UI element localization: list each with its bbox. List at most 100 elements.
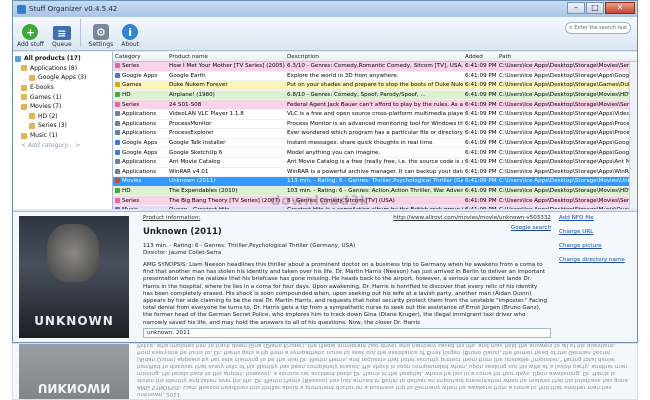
cell-path: C:\Users\Ice Apps\Desktop\Storage\Movies…: [497, 188, 637, 194]
product-tags-field[interactable]: unknown, 2011: [143, 328, 551, 338]
change-url-link[interactable]: Change URL: [559, 229, 637, 235]
cell-text: WinRAR v4.01: [169, 168, 209, 175]
change-picture-link[interactable]: Change picture: [559, 243, 637, 249]
product-detail: Product information: http://www.allrovi.…: [137, 212, 559, 342]
tree-item[interactable]: Games (1): [13, 92, 112, 102]
tree-item[interactable]: Music (1): [13, 131, 112, 141]
tree-item-label: Applications (8): [30, 64, 78, 72]
cell-description: Explore the world in 3D from anywhere.: [285, 73, 463, 79]
table-row[interactable]: Movies Unknown (2011) 113 min. - Rating: 6…: [113, 177, 637, 187]
cell-added: 6:41:09 PM: [463, 169, 497, 175]
table-row[interactable]: Games Duke Nukem Forever Put on your shade…: [113, 81, 637, 91]
cell-name: WinRAR v4.01: [167, 169, 285, 175]
column-product-name[interactable]: Product name: [167, 54, 285, 60]
table-row[interactable]: Applications WinRAR v4.01 WinRAR is a powe…: [113, 167, 637, 178]
cell-path: C:\Users\Ice Apps\Desktop\Storage\Movies…: [497, 92, 637, 98]
column-added[interactable]: Added: [463, 54, 497, 60]
tree-item[interactable]: Movies (7): [13, 102, 112, 112]
table-row[interactable]: Series 24 S01-S08 Federal Agent Jack Bauer…: [113, 100, 637, 110]
product-actions: Add NFO file Change URL Change picture C…: [559, 212, 637, 342]
cell-added: 6:41:09 PM: [463, 150, 497, 156]
category-icon: [115, 111, 120, 117]
cell-added: 6:41:09 PM: [463, 102, 497, 108]
table-row[interactable]: Google Apps Google Talk installer Instant …: [113, 138, 637, 149]
google-search-link[interactable]: Google search: [511, 225, 551, 231]
category-tree[interactable]: All products (17) Applications (8) Google …: [13, 52, 113, 209]
tree-item[interactable]: < Add category... >: [13, 140, 112, 150]
tree-item[interactable]: All products (17): [13, 54, 112, 64]
maximize-button[interactable]: □: [586, 2, 604, 14]
column-path[interactable]: Path: [497, 54, 637, 60]
table-header: Category Product name Description Added …: [113, 52, 637, 62]
cell-name: ProcessExplorer: [167, 130, 285, 136]
cell-text: Queen - Greatest Hits: [169, 207, 230, 209]
products-table[interactable]: Category Product name Description Added …: [113, 52, 637, 209]
cell-description: Instant messages: share quick thoughts i…: [285, 140, 463, 146]
tree-item-label: HD (2): [38, 112, 58, 120]
table-row[interactable]: HD The Expendables (2010) 103 min. - Ratin…: [113, 186, 637, 197]
change-directory-link[interactable]: Change directory name: [559, 257, 637, 263]
table-row[interactable]: Series How I Met Your Mother [TV Series] …: [113, 62, 637, 72]
table-row[interactable]: Google Apps Google SketchUp 6 Model anythi…: [113, 148, 637, 158]
queue-button[interactable]: ≡ Queue: [52, 26, 72, 48]
reflection-footline: unknown, 2011: [137, 391, 181, 397]
cell-text: C:\Users\Ice Apps\Desktop\Storage\Apps\G…: [499, 72, 637, 79]
window-title: Stuff Organizer v0.4.5.42: [29, 5, 118, 13]
tree-item[interactable]: HD (2): [13, 112, 112, 122]
reflection-poster: UNKNOWN: [19, 344, 129, 399]
cell-category: Google Apps: [113, 72, 167, 79]
category-icon: [115, 130, 120, 136]
table-row[interactable]: Applications ProcessMonitor Process Monito…: [113, 119, 637, 130]
cell-text: Google Apps: [122, 72, 158, 79]
cell-path: C:\Users\Ice Apps\Desktop\Storage\Music\…: [497, 207, 637, 209]
cell-text: 6:41:09 PM: [465, 82, 497, 89]
table-row[interactable]: MusicQueen - Greatest HitsGreatest Hits …: [113, 205, 637, 209]
cell-category: Google Apps: [113, 140, 167, 146]
product-url-link[interactable]: http://www.allrovi.com/movies/movie/unkn…: [393, 215, 551, 221]
category-icon: [115, 188, 120, 194]
add-nfo-link[interactable]: Add NFO file: [559, 215, 637, 221]
folder-icon: [21, 84, 27, 91]
cell-text: Put on your shades and prepare to stop t…: [287, 82, 463, 89]
add-stuff-button[interactable]: + Add stuff: [17, 24, 44, 48]
cell-text: Applications: [122, 111, 157, 118]
cell-text: 6:41:09 PM: [465, 63, 497, 70]
about-label: About: [121, 41, 140, 48]
about-button[interactable]: i About: [121, 24, 139, 48]
minimize-button[interactable]: –: [567, 2, 585, 14]
tree-item[interactable]: Applications (8): [13, 64, 112, 74]
search-input[interactable]: ⌕ Enter the search text: [565, 22, 631, 34]
category-icon: [115, 159, 120, 165]
cell-category: Applications: [113, 111, 167, 117]
table-row[interactable]: Applications Ant Movie Catalog Ant Movie C…: [113, 157, 637, 168]
movie-poster[interactable]: UNKNOWN: [19, 216, 129, 338]
table-row[interactable]: Google Apps Google Earth Explore the world…: [113, 71, 637, 82]
column-description[interactable]: Description: [285, 54, 463, 60]
cell-text: 6:41:09 PM: [465, 197, 497, 204]
tree-item[interactable]: Google Apps (3): [13, 73, 112, 83]
table-row[interactable]: HD Airplane! (1980) 6.8/10 - Genres: Comed…: [113, 90, 637, 101]
table-row[interactable]: Series The Big Bang Theory [TV Series] (2…: [113, 196, 637, 206]
table-scrollbar[interactable]: [629, 62, 637, 209]
cell-text: C:\Users\Ice Apps\Desktop\Storage\Apps\G…: [499, 149, 637, 156]
cell-text: C:\Users\Ice Apps\Desktop\Storage\Apps\V…: [499, 111, 637, 118]
cell-added: 6:41:09 PM: [463, 140, 497, 146]
tree-item[interactable]: Series (3): [13, 121, 112, 131]
settings-button[interactable]: ⚙ Settings: [89, 24, 113, 48]
column-category[interactable]: Category: [113, 54, 167, 60]
close-button[interactable]: ✕: [605, 2, 635, 14]
cell-name: Airplane! (1980): [167, 92, 285, 98]
cell-added: 6:41:09 PM: [463, 159, 497, 165]
table-row[interactable]: Applications VideoLAN VLC Player 1.1.8 VLC…: [113, 109, 637, 120]
tree-item[interactable]: E-books: [13, 83, 112, 93]
cell-text: 6.8/10 - Genres: Comedy, Spoof, Parody/S…: [287, 92, 426, 99]
cell-category: Applications: [113, 130, 167, 136]
reflection-text: unknown, 2011 AMG SYNOPSIS: Liam Neeson …: [129, 344, 637, 399]
cell-added: 6:41:09 PM: [463, 73, 497, 79]
category-icon: [115, 168, 120, 174]
table-row[interactable]: Applications ProcessExplorer Ever wondered…: [113, 129, 637, 139]
cell-description: WinRAR is a powerful archive manager. It…: [285, 169, 463, 175]
cell-added: 6:41:09 PM: [463, 111, 497, 117]
cell-category: HD: [113, 92, 167, 98]
queue-icon: ≡: [52, 26, 71, 40]
